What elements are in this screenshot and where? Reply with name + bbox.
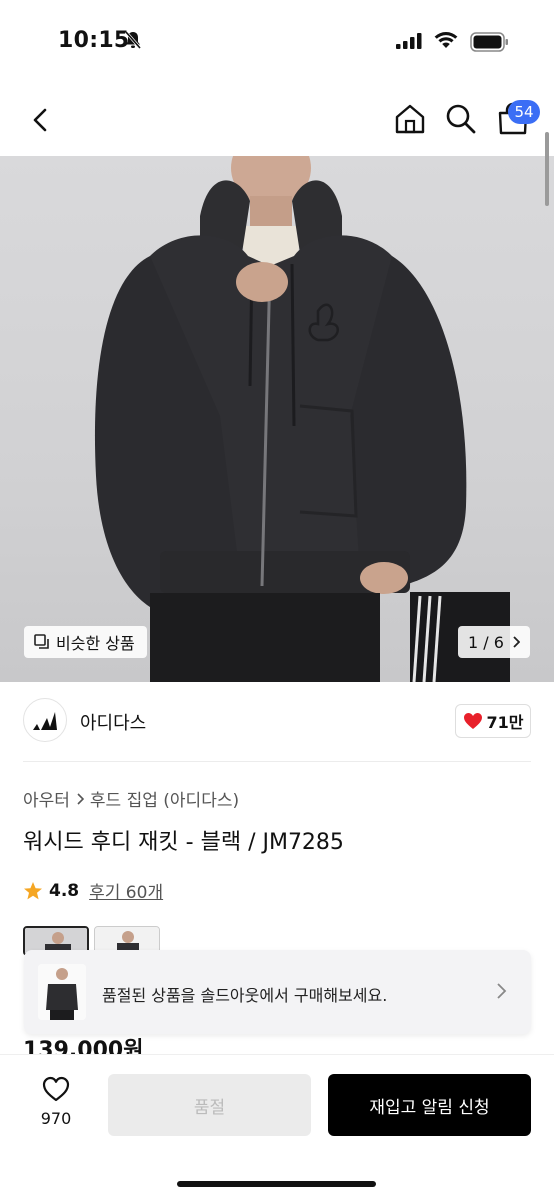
chevron-right-icon (77, 792, 84, 805)
heart-filled-icon (463, 713, 482, 729)
cart-count-badge: 54 (508, 100, 540, 124)
rating-value: 4.8 (49, 880, 80, 901)
battery-icon (470, 32, 508, 52)
cellular-signal-icon (396, 33, 422, 49)
brand-name[interactable]: 아디다스 (80, 709, 146, 735)
soldout-button: 품절 (108, 1074, 311, 1136)
status-time: 10:15 (58, 28, 130, 53)
home-icon[interactable] (393, 102, 427, 136)
divider (23, 761, 531, 762)
breadcrumb-item-category[interactable]: 후드 집업 (아디다스) (90, 786, 239, 811)
scrollbar[interactable] (545, 132, 549, 206)
bell-muted-icon (124, 31, 142, 49)
heart-outline-icon (42, 1076, 70, 1102)
copy-icon (34, 634, 49, 649)
image-page-indicator: 1 / 6 (468, 632, 504, 652)
restock-alert-button[interactable]: 재입고 알림 신청 (328, 1074, 531, 1136)
search-icon[interactable] (444, 102, 478, 136)
breadcrumb-item-outer[interactable]: 아우터 (23, 786, 70, 811)
back-arrow-icon[interactable] (26, 104, 56, 136)
brand-logo[interactable] (23, 698, 67, 742)
soldout-banner[interactable]: 품절된 상품을 솔드아웃에서 구매해보세요. (24, 950, 531, 1034)
review-count-link[interactable]: 후기 60개 (89, 878, 163, 903)
breadcrumb: 아우터 후드 집업 (아디다스) (23, 786, 239, 811)
home-indicator (177, 1181, 376, 1187)
soldout-banner-text: 품절된 상품을 솔드아웃에서 구매해보세요. (102, 986, 388, 1005)
similar-products-button[interactable]: 비슷한 상품 (24, 626, 147, 658)
rating-row: 4.8 후기 60개 (23, 878, 163, 903)
image-pager[interactable]: 1 / 6 (458, 626, 530, 658)
wishlist-button[interactable]: 970 (28, 1075, 84, 1128)
product-photo (94, 156, 510, 682)
product-title: 워시드 후디 재킷 - 블랙 / JM7285 (23, 830, 344, 855)
brand-like-button[interactable]: 71만 (455, 704, 531, 738)
wifi-icon (434, 32, 458, 48)
soldout-product-thumb (38, 964, 86, 1020)
top-navigation (0, 84, 554, 156)
chevron-right-icon (513, 636, 520, 648)
wishlist-count: 970 (40, 1109, 72, 1128)
brand-row: 아디다스 71만 (0, 682, 554, 762)
chevron-right-icon (497, 983, 507, 999)
brand-like-count: 71만 (486, 713, 524, 732)
star-icon (24, 881, 42, 899)
bottom-action-bar: 970 품절 재입고 알림 신청 (0, 1054, 554, 1200)
status-bar: 10:15 (0, 0, 554, 84)
product-image[interactable]: 비슷한 상품 1 / 6 (0, 156, 554, 682)
adidas-logo-icon (33, 712, 57, 730)
similar-products-label: 비슷한 상품 (56, 634, 135, 653)
